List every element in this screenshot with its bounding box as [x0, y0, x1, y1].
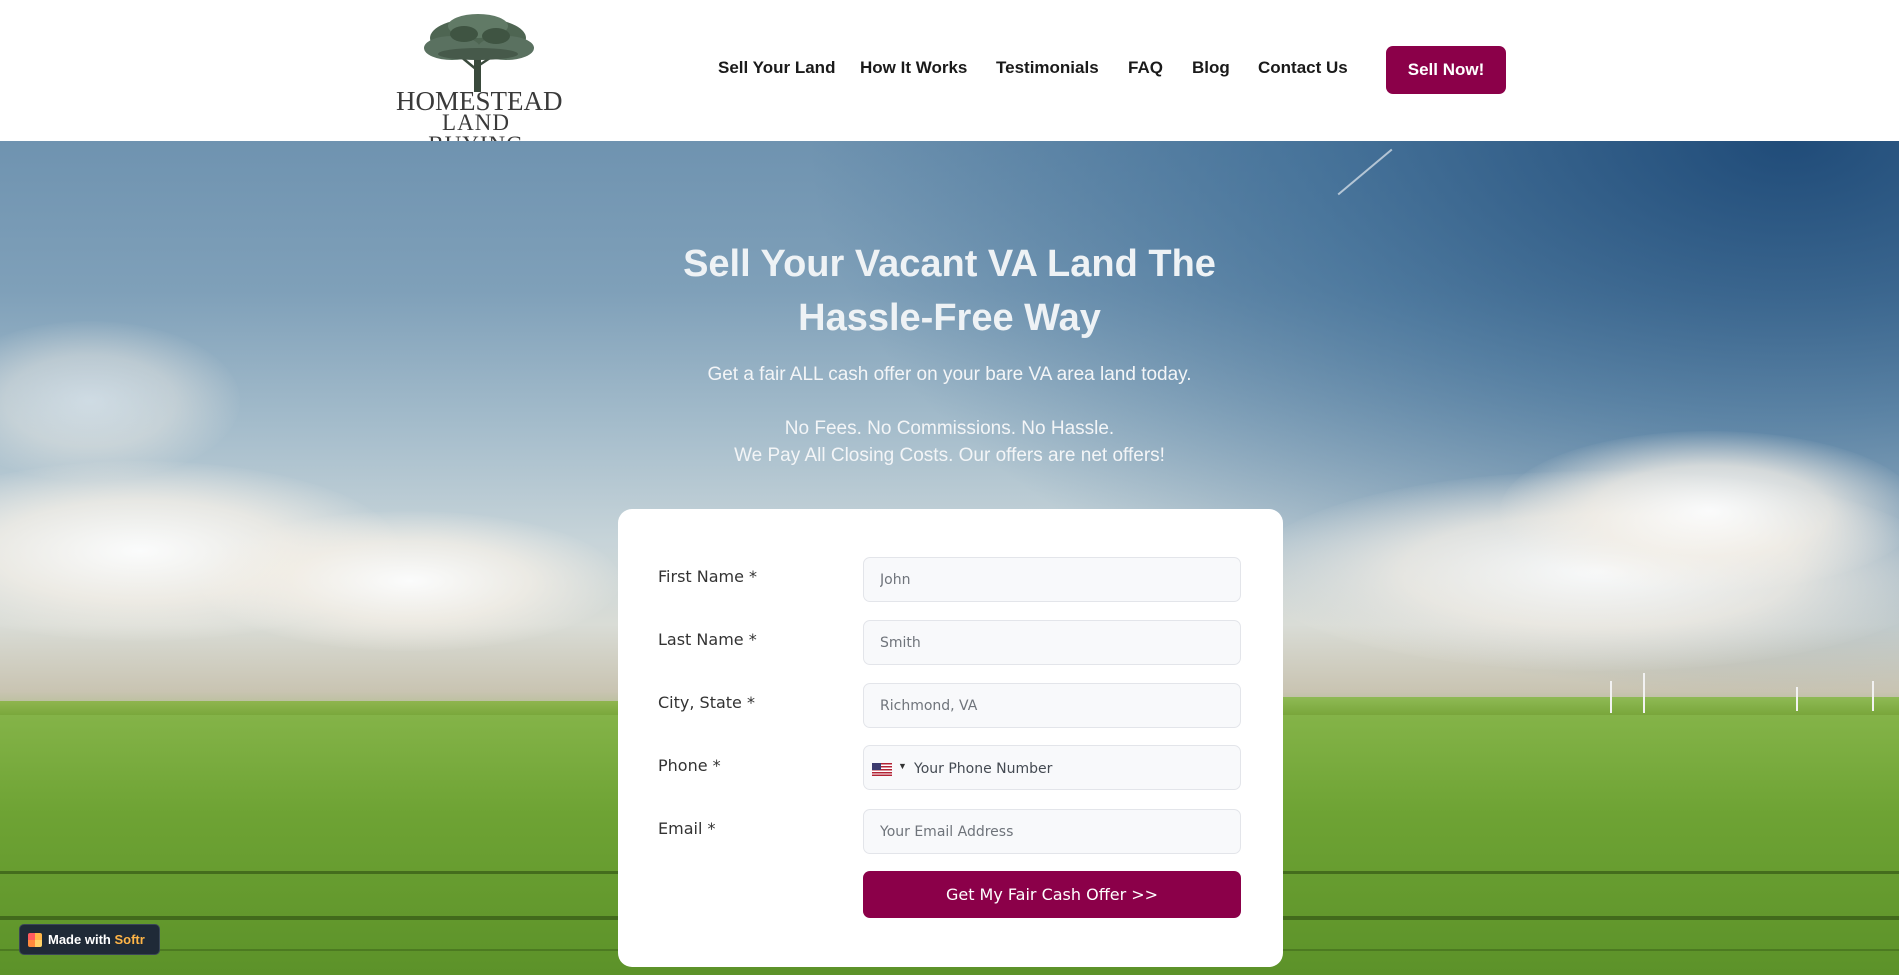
nav-contact-us[interactable]: Contact Us [1258, 58, 1348, 78]
hero-title: Sell Your Vacant VA Land The Hassle-Free… [0, 237, 1899, 345]
nav-testimonials[interactable]: Testimonials [996, 58, 1099, 78]
city-state-input[interactable] [863, 683, 1241, 728]
badge-brand: Softr [114, 932, 145, 947]
sell-now-button[interactable]: Sell Now! [1386, 46, 1506, 94]
get-cash-offer-button[interactable]: Get My Fair Cash Offer >> [863, 871, 1241, 918]
softr-logo-icon [28, 932, 42, 947]
city-state-label: City, State * [658, 693, 755, 712]
us-flag-icon[interactable] [872, 763, 892, 776]
site-header: HOMESTEAD LAND BUYING Sell Your Land How… [0, 0, 1899, 156]
cloud [200, 511, 620, 651]
first-name-label: First Name * [658, 567, 758, 586]
phone-input[interactable] [912, 746, 1236, 791]
field-horizon [1280, 697, 1899, 715]
badge-text: Made with Softr [48, 932, 145, 947]
windmill [1796, 687, 1798, 711]
windmill [1872, 681, 1874, 711]
last-name-label: Last Name * [658, 630, 757, 649]
email-label: Email * [658, 819, 716, 838]
hero-title-line2: Hassle-Free Way [798, 297, 1101, 339]
hero-tagline-line1: No Fees. No Commissions. No Hassle. [784, 418, 1115, 439]
phone-label: Phone * [658, 756, 721, 775]
nav-faq[interactable]: FAQ [1128, 58, 1163, 78]
windmill [1643, 673, 1645, 713]
windmill [1610, 681, 1612, 713]
email-input[interactable] [863, 809, 1241, 854]
field-horizon [0, 701, 620, 715]
nav-how-it-works[interactable]: How It Works [860, 58, 967, 78]
hero-subtitle: Get a fair ALL cash offer on your bare V… [707, 364, 1192, 385]
first-name-input[interactable] [863, 557, 1241, 602]
last-name-input[interactable] [863, 620, 1241, 665]
nav-sell-your-land[interactable]: Sell Your Land [718, 58, 835, 78]
oak-tree-icon [424, 14, 534, 92]
phone-field: ▼ [863, 745, 1241, 791]
homestead-logo[interactable]: HOMESTEAD LAND BUYING [396, 12, 563, 156]
hero-tagline-line2: We Pay All Closing Costs. Our offers are… [734, 445, 1165, 466]
hero-title-line1: Sell Your Vacant VA Land The [683, 243, 1216, 285]
badge-prefix: Made with [48, 932, 111, 947]
made-with-softr-badge[interactable]: Made with Softr [19, 924, 160, 955]
offer-form-card: First Name * Last Name * City, State * P… [618, 509, 1283, 967]
nav-blog[interactable]: Blog [1192, 58, 1230, 78]
chevron-down-icon[interactable]: ▼ [898, 761, 907, 771]
